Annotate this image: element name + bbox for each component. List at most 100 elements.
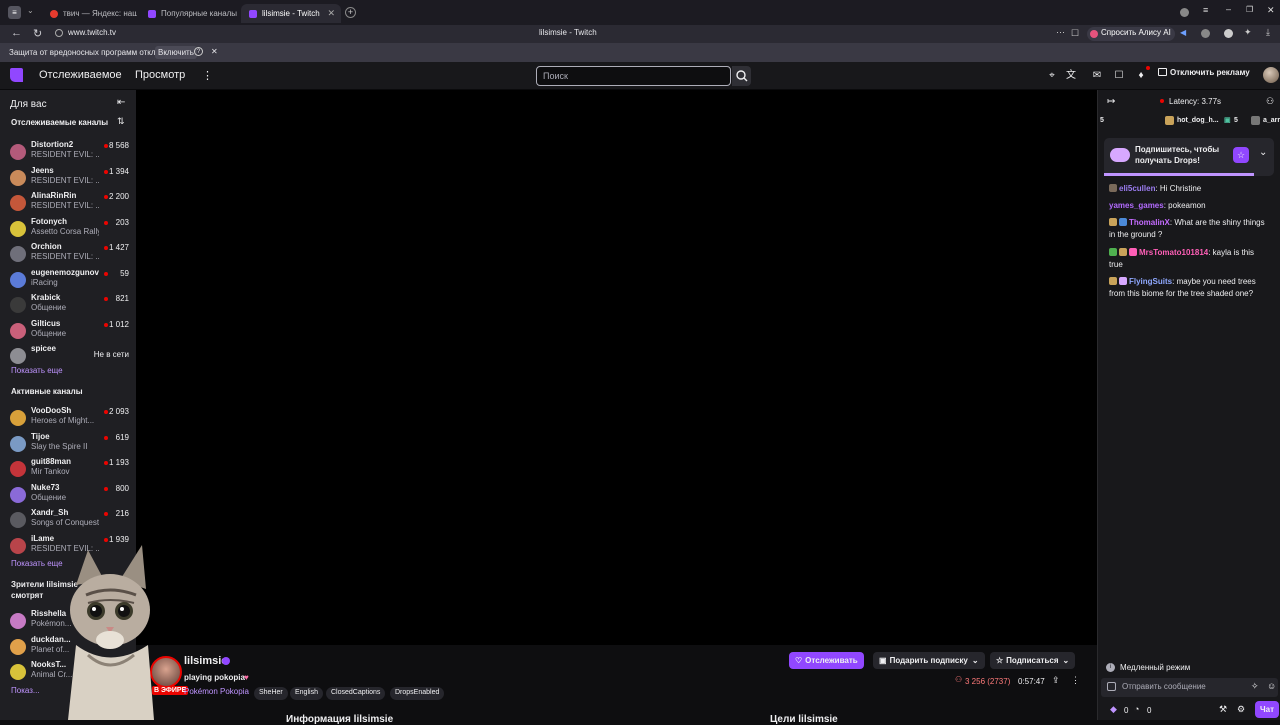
maximize-icon[interactable]: ❐ — [1246, 5, 1253, 14]
gift-user-2[interactable]: a_arr — [1263, 117, 1280, 124]
speaker-icon[interactable]: ◀ — [1180, 28, 1186, 37]
star-badge-icon[interactable]: ☆ — [1233, 147, 1249, 163]
extensions-icon[interactable]: ✦ — [1244, 27, 1252, 38]
inbox-icon[interactable]: ✉ — [1091, 70, 1103, 82]
adfree-button[interactable]: Отключить рекламу — [1158, 68, 1250, 84]
url-text[interactable]: www.twitch.tv — [68, 28, 116, 37]
users-icon[interactable]: ⚇ — [1266, 96, 1274, 107]
active-channel-item[interactable]: guit88man Mir Tankov 1 193 — [0, 456, 136, 480]
chat-username[interactable]: yames_games — [1109, 201, 1164, 210]
menu-icon[interactable]: ≡ — [1203, 5, 1208, 15]
browser-menu-icon[interactable]: ≡ — [8, 6, 21, 19]
sparkle-icon[interactable]: ✧ — [1251, 681, 1259, 692]
chat-username[interactable]: FlyingSuits — [1129, 277, 1172, 286]
search-input[interactable]: Поиск — [536, 66, 731, 86]
followed-channel-item[interactable]: Orchion RESIDENT EVIL: ... 1 427 — [0, 241, 136, 265]
tag-english[interactable]: English — [290, 687, 323, 700]
back-icon[interactable]: ← — [11, 27, 22, 39]
followed-channel-item[interactable]: Distortion2 RESIDENT EVIL: ... 8 568 — [0, 139, 136, 163]
active-channel-item[interactable]: Xandr_Sh Songs of Conquest 216 — [0, 507, 136, 531]
emote-icon[interactable]: ☺ — [1267, 681, 1276, 691]
crown-icon[interactable]: ⌖ — [1046, 70, 1058, 82]
twitch-logo-icon[interactable] — [10, 68, 23, 82]
sort-icon[interactable]: ⇅ — [117, 116, 125, 127]
tag-sheher[interactable]: SheHer — [254, 687, 288, 700]
search-button[interactable] — [732, 66, 751, 86]
secure-icon[interactable] — [55, 29, 63, 37]
tag-closedcaptions[interactable]: ClosedCaptions — [326, 687, 386, 700]
followed-channel-item[interactable]: Jeens RESIDENT EVIL: ... 1 394 — [0, 165, 136, 189]
avatar[interactable] — [1263, 67, 1279, 83]
more-options-icon[interactable]: ⋮ — [202, 69, 213, 82]
chat-badge-icon[interactable] — [1119, 218, 1127, 226]
show-more-active[interactable]: Показать еще — [11, 559, 63, 568]
followed-channel-item[interactable]: eugenemozgunov iRacing 59 — [0, 267, 136, 291]
chat-badge-icon[interactable] — [1119, 248, 1127, 256]
close-tab-icon[interactable]: ✕ — [327, 8, 335, 19]
more-icon[interactable]: ⋯ — [1056, 27, 1065, 38]
minimize-icon[interactable]: – — [1226, 4, 1231, 14]
tab-list-icon[interactable]: ⌄ — [27, 6, 34, 15]
follow-button[interactable]: ♡ Отслеживать — [789, 652, 864, 669]
share-icon[interactable]: ⇪ — [1052, 675, 1060, 686]
chat-badge-icon[interactable] — [1109, 184, 1117, 192]
chat-username[interactable]: eli5cullen — [1119, 184, 1155, 193]
game-link[interactable]: Pokémon Pokopia — [184, 687, 249, 696]
gift-sub-button[interactable]: ▣ Подарить подписку ⌄ — [873, 652, 985, 669]
vpn-icon[interactable] — [1201, 29, 1210, 38]
followed-channel-item[interactable]: AlinaRinRin RESIDENT EVIL: ... 2 200 — [0, 190, 136, 214]
collapse-sidebar-icon[interactable]: ⇤ — [117, 97, 125, 108]
drops-banner[interactable]: Подпишитесь, чтобы получать Drops! ☆ ⌄ — [1104, 138, 1274, 176]
help-icon[interactable]: ? — [194, 47, 203, 56]
chat-badge-icon[interactable] — [1119, 277, 1127, 285]
chat-badge-icon[interactable] — [1129, 248, 1137, 256]
alice-button[interactable]: Спросить Алису AI — [1087, 27, 1175, 41]
followed-channel-item[interactable]: Fotonych Assetto Corsa Rally 203 — [0, 216, 136, 240]
chat-badge-icon[interactable] — [1109, 277, 1117, 285]
chat-username[interactable]: ThomalinX — [1129, 218, 1170, 227]
new-tab-button[interactable]: + — [345, 7, 356, 18]
followed-channel-item[interactable]: Gilticus Общение 1 012 — [0, 318, 136, 342]
bits-icon[interactable]: ◆ — [1110, 704, 1117, 715]
mod-icon[interactable]: ⚒ — [1219, 704, 1227, 715]
theme-icon[interactable] — [1224, 29, 1233, 38]
tab-lilsimsie[interactable]: lilsimsie - Twitch ✕ — [241, 4, 341, 23]
followed-channel-item[interactable]: Krabick Общение 821 — [0, 292, 136, 316]
nav-following[interactable]: Отслеживаемое — [39, 69, 122, 81]
collapse-chat-icon[interactable]: ↦ — [1107, 96, 1115, 107]
notifications-icon[interactable]: ♦ — [1135, 70, 1147, 82]
more-icon[interactable]: ⋮ — [1071, 675, 1080, 686]
chat-username[interactable]: MrsTomato101814 — [1139, 248, 1208, 257]
active-channel-item[interactable]: Nuke73 Общение 800 — [0, 482, 136, 506]
tab-popular-channels[interactable]: Популярные каналы - Tw — [140, 4, 237, 23]
subscribe-button[interactable]: ☆ Подписаться ⌄ — [990, 652, 1076, 669]
show-more-also[interactable]: Показ... — [11, 686, 40, 695]
bookmark-icon[interactable]: ☐ — [1071, 28, 1079, 39]
points-icon[interactable]: ◔ — [1134, 704, 1139, 714]
active-channel-item[interactable]: Tijoe Slay the Spire II 619 — [0, 431, 136, 455]
chat-badge-icon[interactable] — [1109, 218, 1117, 226]
settings-icon[interactable]: ⚙ — [1237, 704, 1245, 715]
enable-protection-button[interactable]: Включить — [155, 46, 197, 59]
followed-channel-item[interactable]: spicee Не в сети — [0, 343, 136, 367]
chat-badge-icon[interactable] — [1109, 248, 1117, 256]
emote-picker-icon[interactable] — [1107, 682, 1116, 691]
channel-name[interactable]: lilsimsie — [184, 655, 227, 667]
chat-send-button[interactable]: Чат — [1255, 701, 1279, 718]
close-infobar-icon[interactable]: ✕ — [211, 47, 218, 56]
video-player[interactable] — [136, 90, 1097, 645]
chevron-down-icon[interactable]: ⌄ — [1259, 147, 1267, 158]
active-channel-item[interactable]: VooDooSh Heroes of Might... 2 093 — [0, 405, 136, 429]
whispers-icon[interactable]: ☐ — [1113, 70, 1125, 82]
gift-user[interactable]: hot_dog_h... — [1177, 117, 1219, 124]
tag-dropsenabled[interactable]: DropsEnabled — [390, 687, 445, 700]
chat-input[interactable]: Отправить сообщение ✧ ☺ — [1101, 678, 1278, 697]
tab-yandex[interactable]: твич — Яндекс: нашлось — [42, 4, 137, 23]
downloads-icon[interactable]: ⤓ — [1266, 27, 1270, 38]
nav-browse[interactable]: Просмотр — [135, 69, 185, 81]
translate-icon[interactable]: 文 — [1065, 70, 1077, 82]
profile-icon[interactable] — [1180, 8, 1189, 17]
show-more-followed[interactable]: Показать еще — [11, 366, 63, 375]
reload-icon[interactable]: ↻ — [33, 27, 42, 40]
close-window-icon[interactable]: ✕ — [1267, 5, 1275, 16]
